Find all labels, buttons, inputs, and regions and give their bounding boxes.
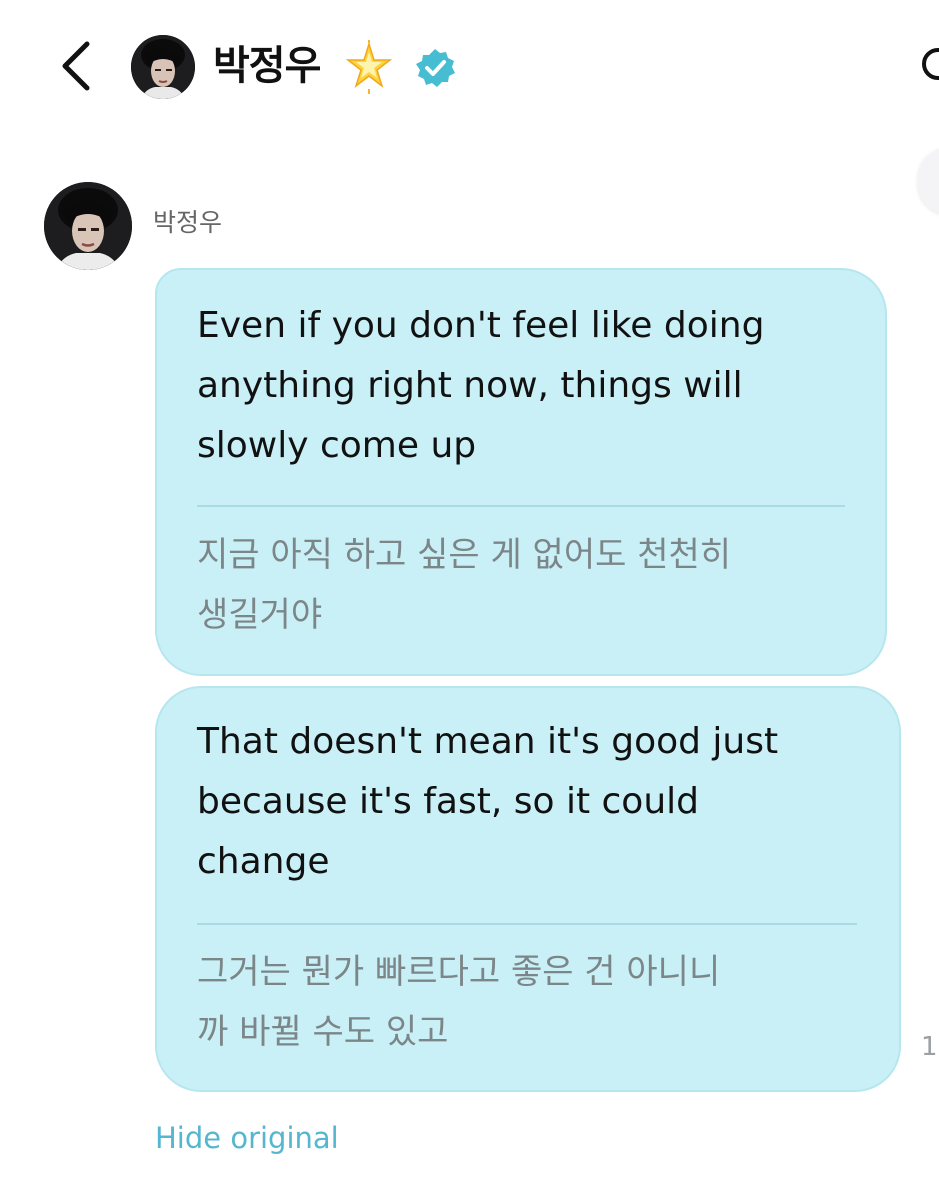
chevron-left-icon [62, 41, 90, 91]
message-bubble[interactable]: Even if you don't feel like doing anythi… [155, 268, 887, 676]
header-avatar[interactable] [131, 35, 195, 99]
sender-avatar[interactable] [44, 182, 132, 270]
search-icon[interactable] [918, 42, 939, 90]
profile-photo [131, 35, 195, 99]
original-text: 지금 아직 하고 싶은 게 없어도 천천히 생길거야 [197, 535, 732, 635]
translation-divider [197, 923, 857, 925]
message-time: 1 [921, 1032, 938, 1062]
back-button[interactable] [52, 40, 100, 92]
header-name[interactable]: 박정우 [213, 38, 321, 94]
verified-badge-icon [416, 49, 455, 87]
message-bubble[interactable]: That doesn't mean it's good just because… [155, 686, 901, 1092]
translated-text: Even if you don't feel like doing anythi… [197, 305, 765, 466]
profile-photo [44, 182, 132, 270]
translation-divider [197, 505, 845, 507]
sender-name: 박정우 [153, 208, 223, 237]
glowing-star-icon [345, 40, 393, 94]
original-text: 그거는 뭔가 빠르다고 좋은 건 아니니 까 바뀔 수도 있고 [197, 952, 721, 1052]
hide-original-link[interactable]: Hide original [155, 1119, 339, 1157]
translated-text: That doesn't mean it's good just because… [197, 721, 779, 882]
chat-screen: 박정우 박정우 Even if you don't feel like doin… [0, 0, 939, 1200]
floating-button-peek[interactable] [918, 148, 939, 214]
